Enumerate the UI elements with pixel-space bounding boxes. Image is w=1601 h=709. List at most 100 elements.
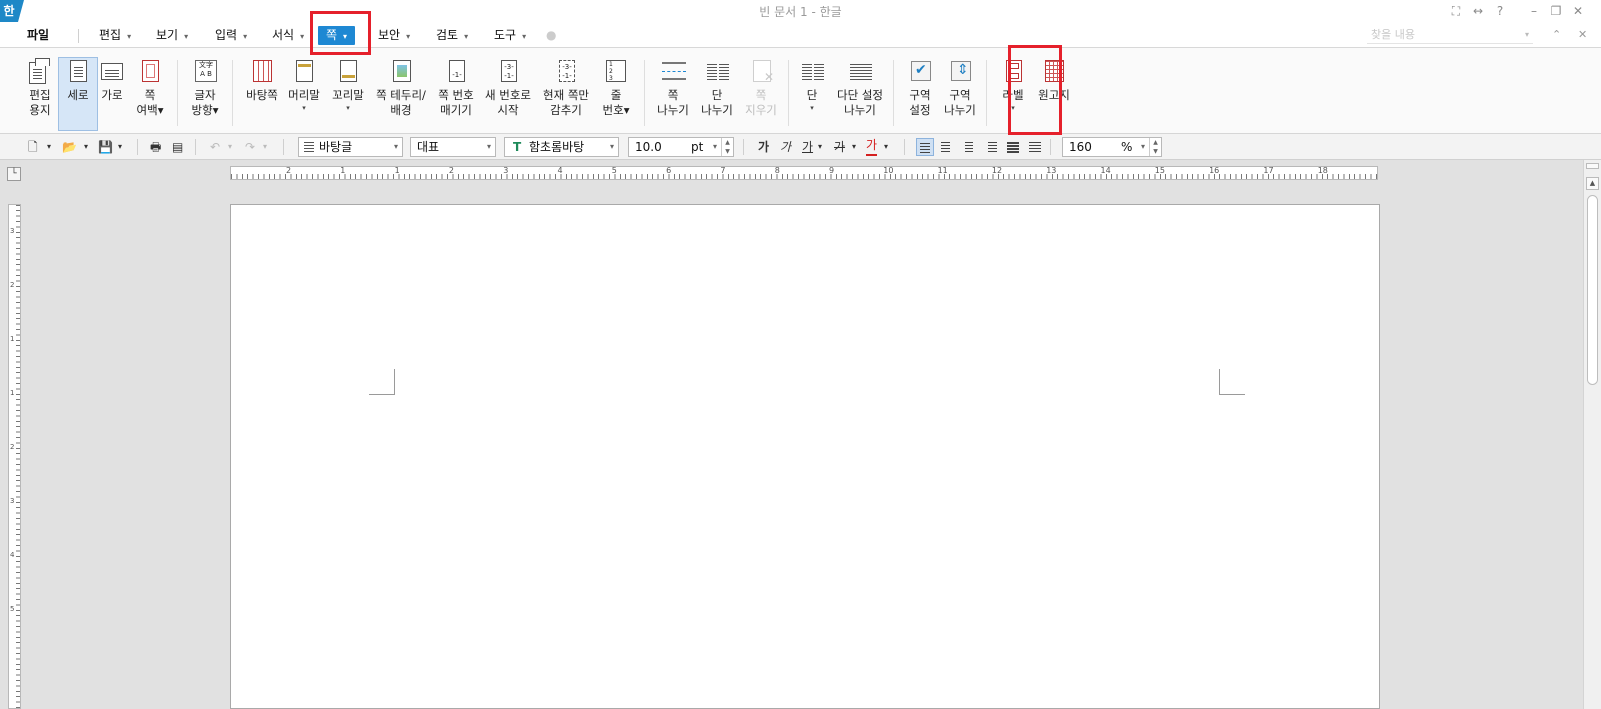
minimize-icon[interactable]: – bbox=[1523, 2, 1545, 20]
right-align-button[interactable] bbox=[982, 138, 1000, 156]
chevron-down-icon[interactable]: ▾ bbox=[884, 138, 888, 156]
ruler-number: 1 bbox=[10, 389, 15, 397]
chevron-down-icon[interactable]: ▾ bbox=[118, 138, 122, 156]
ribbon: 편집 용지 세로 가로 쪽 여백▾ 文字 A B 글자 방향▾ 바탕쪽 머리말 … bbox=[0, 48, 1601, 134]
delete-page-icon bbox=[748, 58, 774, 85]
menu-view[interactable]: 보기 ▾ bbox=[156, 26, 188, 45]
chevron-down-icon[interactable]: ▾ bbox=[84, 138, 88, 156]
page-break-button[interactable]: 쪽 나누기 bbox=[652, 58, 694, 118]
close-doc-icon[interactable]: ✕ bbox=[1578, 28, 1587, 41]
page-border-button[interactable]: 쪽 테두리/ 배경 bbox=[372, 58, 430, 118]
center-align-button[interactable] bbox=[960, 138, 978, 156]
font-size-input[interactable]: 10.0 pt ▾ ▲ ▼ bbox=[628, 137, 734, 157]
edit-paper-button[interactable]: 편집 용지 bbox=[20, 58, 60, 118]
font-size-stepper[interactable]: ▲ ▼ bbox=[721, 138, 733, 156]
scroll-up-button[interactable]: ▲ bbox=[1586, 177, 1599, 190]
save-icon[interactable]: 💾 bbox=[98, 138, 113, 156]
restore-icon[interactable]: ❐ bbox=[1545, 2, 1567, 20]
ruler-number: 6 bbox=[666, 166, 672, 175]
undo-icon[interactable]: ↶ bbox=[210, 138, 220, 156]
section-break-icon bbox=[947, 58, 973, 84]
new-document-icon[interactable]: 🗋 bbox=[28, 138, 38, 156]
master-page-button[interactable]: 바탕쪽 bbox=[240, 58, 284, 103]
distribute-align-button[interactable] bbox=[1004, 138, 1022, 156]
split-handle[interactable] bbox=[1586, 163, 1599, 169]
multi-column-button[interactable]: 다단 설정 나누기 bbox=[834, 58, 886, 118]
label-button[interactable]: 라벨 ▾ bbox=[994, 58, 1032, 113]
manuscript-paper-button[interactable]: 원고지 bbox=[1034, 58, 1074, 103]
page-margin-button[interactable]: 쪽 여백▾ bbox=[130, 58, 170, 118]
collapse-ribbon-icon[interactable]: ⌃ bbox=[1552, 28, 1561, 41]
text-direction-button[interactable]: 文字 A B 글자 방향▾ bbox=[185, 58, 225, 118]
document-workspace: └ 2 1 1 2 3 4 5 6 7 8 9 10 11 12 13 14 15 16 17 18 32112345… bbox=[0, 160, 1601, 709]
columns-button[interactable]: 단 ▾ bbox=[794, 58, 830, 113]
chevron-down-icon: ▾ bbox=[127, 32, 132, 41]
new-number-button[interactable]: -3- -1- 새 번호로 시작 bbox=[482, 58, 534, 118]
ruler-number: 4 bbox=[10, 551, 15, 559]
ruler-number: 5 bbox=[10, 605, 15, 613]
tab-type-button[interactable]: └ bbox=[7, 167, 21, 181]
font-select[interactable]: T 함초롬바탕 ▾ bbox=[504, 137, 619, 157]
chevron-down-icon[interactable]: ▾ bbox=[1525, 26, 1529, 44]
scroll-thumb[interactable] bbox=[1587, 195, 1598, 385]
vertical-ruler[interactable]: 3 2 1 1 2 3 4 5 bbox=[8, 204, 21, 709]
column-break-button[interactable]: 단 나누기 bbox=[696, 58, 738, 118]
find-input[interactable]: 찾을 내용 ▾ bbox=[1367, 26, 1533, 44]
close-icon[interactable]: ✕ bbox=[1567, 2, 1589, 20]
print-preview-icon[interactable]: ▤ bbox=[172, 138, 183, 156]
ruler-number: 5 bbox=[611, 166, 617, 175]
redo-icon[interactable]: ↷ bbox=[245, 138, 255, 156]
chevron-down-icon[interactable]: ▾ bbox=[47, 138, 51, 156]
footer-button[interactable]: 꼬리말 ▾ bbox=[328, 58, 368, 113]
vertical-scrollbar[interactable]: ▲ bbox=[1583, 160, 1601, 709]
chevron-down-icon[interactable]: ▾ bbox=[852, 138, 856, 156]
ruler-number: 12 bbox=[991, 166, 1003, 175]
menu-review[interactable]: 검토 ▾ bbox=[436, 26, 468, 45]
style-select[interactable]: 바탕글 ▾ bbox=[298, 137, 403, 157]
italic-button[interactable]: 가 bbox=[780, 138, 791, 156]
open-folder-icon[interactable]: 📂 bbox=[62, 138, 77, 156]
language-select[interactable]: 대표 ▾ bbox=[410, 137, 496, 157]
menu-format[interactable]: 서식 ▾ bbox=[272, 26, 304, 45]
page-number-button[interactable]: -1- 쪽 번호 매기기 bbox=[434, 58, 478, 118]
left-align-button[interactable] bbox=[938, 138, 956, 156]
header-button[interactable]: 머리말 ▾ bbox=[284, 58, 324, 113]
document-page[interactable] bbox=[230, 204, 1380, 709]
line-number-button[interactable]: 1 2 3 줄 번호▾ bbox=[598, 58, 634, 118]
menu-tools[interactable]: 도구 ▾ bbox=[494, 26, 526, 45]
horizontal-ruler[interactable]: 2 1 1 2 3 4 5 6 7 8 9 10 11 12 13 14 15 16 17 18 bbox=[230, 166, 1378, 180]
hide-current-button[interactable]: -3- -1- 현재 쪽만 감추기 bbox=[538, 58, 594, 118]
underline-button[interactable]: 가 bbox=[802, 138, 813, 156]
menu-page[interactable]: 쪽 ▾ bbox=[318, 26, 356, 45]
ruler-number: 8 bbox=[774, 166, 780, 175]
resize-icon[interactable]: ↔ bbox=[1467, 2, 1489, 20]
users-icon: ● bbox=[546, 28, 557, 42]
strikethrough-button[interactable]: 가 bbox=[834, 138, 845, 156]
title-bar: 한 빈 문서 1 - 한글 ⛶ ↔ ? – ❐ ✕ bbox=[0, 0, 1601, 22]
bold-button[interactable]: 가 bbox=[758, 138, 769, 156]
zoom-input[interactable]: 160 % ▾ ▲ ▼ bbox=[1062, 137, 1162, 157]
hwp-window: 한 빈 문서 1 - 한글 ⛶ ↔ ? – ❐ ✕ 파일 편집 ▾ 보기 ▾ 입력 ▾… bbox=[0, 0, 1601, 709]
menu-security[interactable]: 보안 ▾ bbox=[378, 26, 410, 45]
chevron-down-icon: ▾ bbox=[300, 32, 305, 41]
landscape-button[interactable]: 가로 bbox=[92, 58, 132, 103]
print-icon[interactable]: 🖶 bbox=[150, 138, 161, 156]
menu-edit[interactable]: 편집 ▾ bbox=[99, 26, 131, 45]
font-color-button[interactable]: 가 bbox=[866, 138, 878, 156]
section-setup-button[interactable]: 구역 설정 bbox=[900, 58, 940, 118]
justify-align-button[interactable] bbox=[916, 138, 934, 156]
ruler-number: 4 bbox=[557, 166, 563, 175]
help-icon[interactable]: ? bbox=[1489, 2, 1511, 20]
text-direction-icon: 文字 A B bbox=[192, 58, 218, 84]
menu-insert[interactable]: 입력 ▾ bbox=[215, 26, 247, 45]
zoom-stepper[interactable]: ▲ ▼ bbox=[1149, 138, 1161, 156]
menu-file[interactable]: 파일 bbox=[27, 26, 49, 45]
master-page-icon bbox=[249, 58, 275, 84]
section-break-button[interactable]: 구역 나누기 bbox=[940, 58, 980, 118]
delete-page-button: 쪽 지우기 bbox=[740, 58, 782, 118]
ruler-number: 1 bbox=[340, 166, 346, 175]
chevron-down-icon[interactable]: ▾ bbox=[818, 138, 822, 156]
divide-align-button[interactable] bbox=[1026, 138, 1044, 156]
fullscreen-icon[interactable]: ⛶ bbox=[1445, 2, 1467, 20]
chevron-down-icon: ▾ bbox=[343, 32, 348, 41]
